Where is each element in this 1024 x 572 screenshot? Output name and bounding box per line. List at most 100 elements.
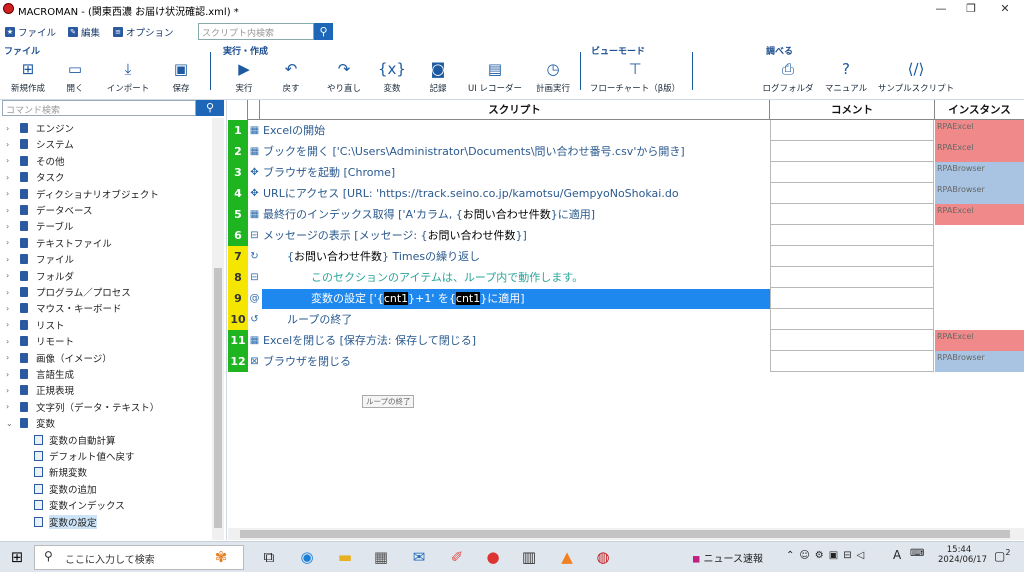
chevron-right-icon[interactable]: › [6,353,16,362]
tree-command[interactable]: デフォルト値へ戻す [0,448,212,464]
tree-category[interactable]: › データベース [0,202,212,218]
chrome-icon[interactable]: ● [482,546,504,568]
chevron-right-icon[interactable]: › [6,370,16,379]
scrollbar-thumb[interactable] [214,268,222,528]
tree-category[interactable]: › リモート [0,333,212,349]
script-text[interactable]: Excelを閉じる [保存方法: 保存して閉じる] [263,330,770,351]
tree-category[interactable]: › エンジン [0,120,212,136]
command-search-input[interactable]: コマンド検索 [2,100,196,116]
ime-indicator[interactable]: A [893,548,901,562]
ime-mode-icon[interactable]: ⌨ [910,548,924,559]
tree-category[interactable]: › システム [0,136,212,152]
tree-command[interactable]: 変数の設定 [0,514,212,530]
tree-category[interactable]: › プログラム／プロセス [0,284,212,300]
tree-category[interactable]: › 画像（イメージ） [0,350,212,366]
script-search-input[interactable]: スクリプト内検索 [198,23,314,40]
chevron-right-icon[interactable]: › [6,140,16,149]
script-row[interactable]: 12 ⊠ ブラウザを閉じる RPABrowser [228,351,1024,372]
comment-cell[interactable] [770,267,934,288]
comment-cell[interactable] [770,120,934,141]
script-row[interactable]: 7 ↻ {お問い合わせ件数} Timesの繰り返し [228,246,1024,267]
script-text[interactable]: 変数の設定 ['{cnt1}+1' を{cnt1}に適用] [311,288,770,309]
tree-category[interactable]: › 正規表現 [0,382,212,398]
minimize-button[interactable]: — [926,0,956,18]
script-row[interactable]: 4 ✥ URLにアクセス [URL: 'https://track.seino.co… [228,183,1024,204]
chevron-down-icon[interactable]: ⌄ [6,419,16,428]
notification-icon[interactable]: ▢2 [994,548,1010,563]
pane-splitter[interactable] [226,100,227,540]
butterfly-icon[interactable]: ✾ [210,546,232,568]
clock[interactable]: 15:44 2024/06/17 [938,545,987,565]
windows-start-icon[interactable]: ⊞ [6,546,28,568]
menu-file[interactable]: ★ ファイル [5,25,56,39]
chevron-right-icon[interactable]: › [6,271,16,280]
comment-cell[interactable] [770,141,934,162]
chevron-right-icon[interactable]: › [6,402,16,411]
script-text[interactable]: Excelの開始 [263,120,770,141]
instance-cell[interactable]: RPAExcel [935,330,1024,351]
comment-cell[interactable] [770,225,934,246]
script-row[interactable]: 6 ⊟ メッセージの表示 [メッセージ: {お問い合わせ件数}] [228,225,1024,246]
instance-cell[interactable]: RPABrowser [935,162,1024,183]
run-button[interactable]: ▶ 実行 [228,58,260,98]
script-text[interactable]: 最終行のインデックス取得 ['A'カラム, {お問い合わせ件数}に適用] [263,204,770,225]
explorer-icon[interactable]: ▬ [334,546,356,568]
tree-category[interactable]: › マウス・キーボード [0,300,212,316]
edge-icon[interactable]: ◉ [296,546,318,568]
chevron-right-icon[interactable]: › [6,173,16,182]
tree-category[interactable]: › 言語生成 [0,366,212,382]
tree-category[interactable]: ⌄ 変数 [0,415,212,431]
script-text[interactable]: ブラウザを起動 [Chrome] [263,162,770,183]
script-row[interactable]: 2 ▦ ブックを開く ['C:\Users\Administrator\Docume… [228,141,1024,162]
menu-edit[interactable]: ✎ 編集 [68,25,100,39]
chevron-right-icon[interactable]: › [6,124,16,133]
header-comment[interactable]: コメント [770,100,935,120]
header-script[interactable]: スクリプト [260,100,770,120]
tree-command[interactable]: 新規変数 [0,464,212,480]
maximize-button[interactable]: ❐ [956,0,986,18]
chevron-right-icon[interactable]: › [6,337,16,346]
flowchart-button[interactable]: ⊤ フローチャート（β版） [588,58,682,98]
record-button[interactable]: ◙ 記録 [422,58,454,98]
search-icon[interactable]: ⚲ [196,100,224,116]
script-text[interactable]: このセクションのアイテムは、ループ内で動作します。 [311,267,770,288]
comment-cell[interactable] [770,162,934,183]
tree-category[interactable]: › テーブル [0,218,212,234]
open-button[interactable]: ▭ 開く [58,58,92,98]
instance-cell[interactable]: RPAExcel [935,141,1024,162]
tree-category[interactable]: › その他 [0,153,212,169]
new-button[interactable]: ⊞ 新規作成 [8,58,48,98]
comment-cell[interactable] [770,246,934,267]
tree-category[interactable]: › ファイル [0,251,212,267]
instance-cell[interactable] [935,225,1024,246]
store-icon[interactable]: ▦ [370,546,392,568]
chevron-right-icon[interactable]: › [6,255,16,264]
script-text[interactable]: メッセージの表示 [メッセージ: {お問い合わせ件数}] [263,225,770,246]
chevron-right-icon[interactable]: › [6,238,16,247]
comment-cell[interactable] [770,183,934,204]
news-widget[interactable]: ◼ ニュース速報 [692,550,763,565]
redo-button[interactable]: ↷ やり直し [322,58,366,98]
horizontal-scrollbar[interactable] [228,528,1024,540]
schedule-button[interactable]: ◷ 計画実行 [532,58,574,98]
chevron-right-icon[interactable]: › [6,189,16,198]
tree-category[interactable]: › フォルダ [0,268,212,284]
instance-cell[interactable]: RPABrowser [935,183,1024,204]
comment-cell[interactable] [770,204,934,225]
log-folder-button[interactable]: ⎙ ログフォルダ [760,58,816,98]
comment-cell[interactable] [770,330,934,351]
script-row[interactable]: 3 ✥ ブラウザを起動 [Chrome] RPABrowser [228,162,1024,183]
comment-cell[interactable] [770,309,934,330]
script-row[interactable]: 1 ▦ Excelの開始 RPAExcel [228,120,1024,141]
search-icon[interactable]: ⚲ [314,23,333,40]
script-row[interactable]: 9 @ 変数の設定 ['{cnt1}+1' を{cnt1}に適用] [228,288,1024,309]
instance-cell[interactable]: RPAExcel [935,120,1024,141]
script-text[interactable]: ループの終了 [287,309,770,330]
header-instance[interactable]: インスタンス [935,100,1024,120]
script-text[interactable]: ブラウザを閉じる [263,351,770,372]
comment-cell[interactable] [770,288,934,309]
chevron-right-icon[interactable]: › [6,386,16,395]
comment-cell[interactable] [770,351,934,372]
tree-scrollbar[interactable] [212,118,224,540]
script-text[interactable]: ブックを開く ['C:\Users\Administrator\Document… [263,141,770,162]
